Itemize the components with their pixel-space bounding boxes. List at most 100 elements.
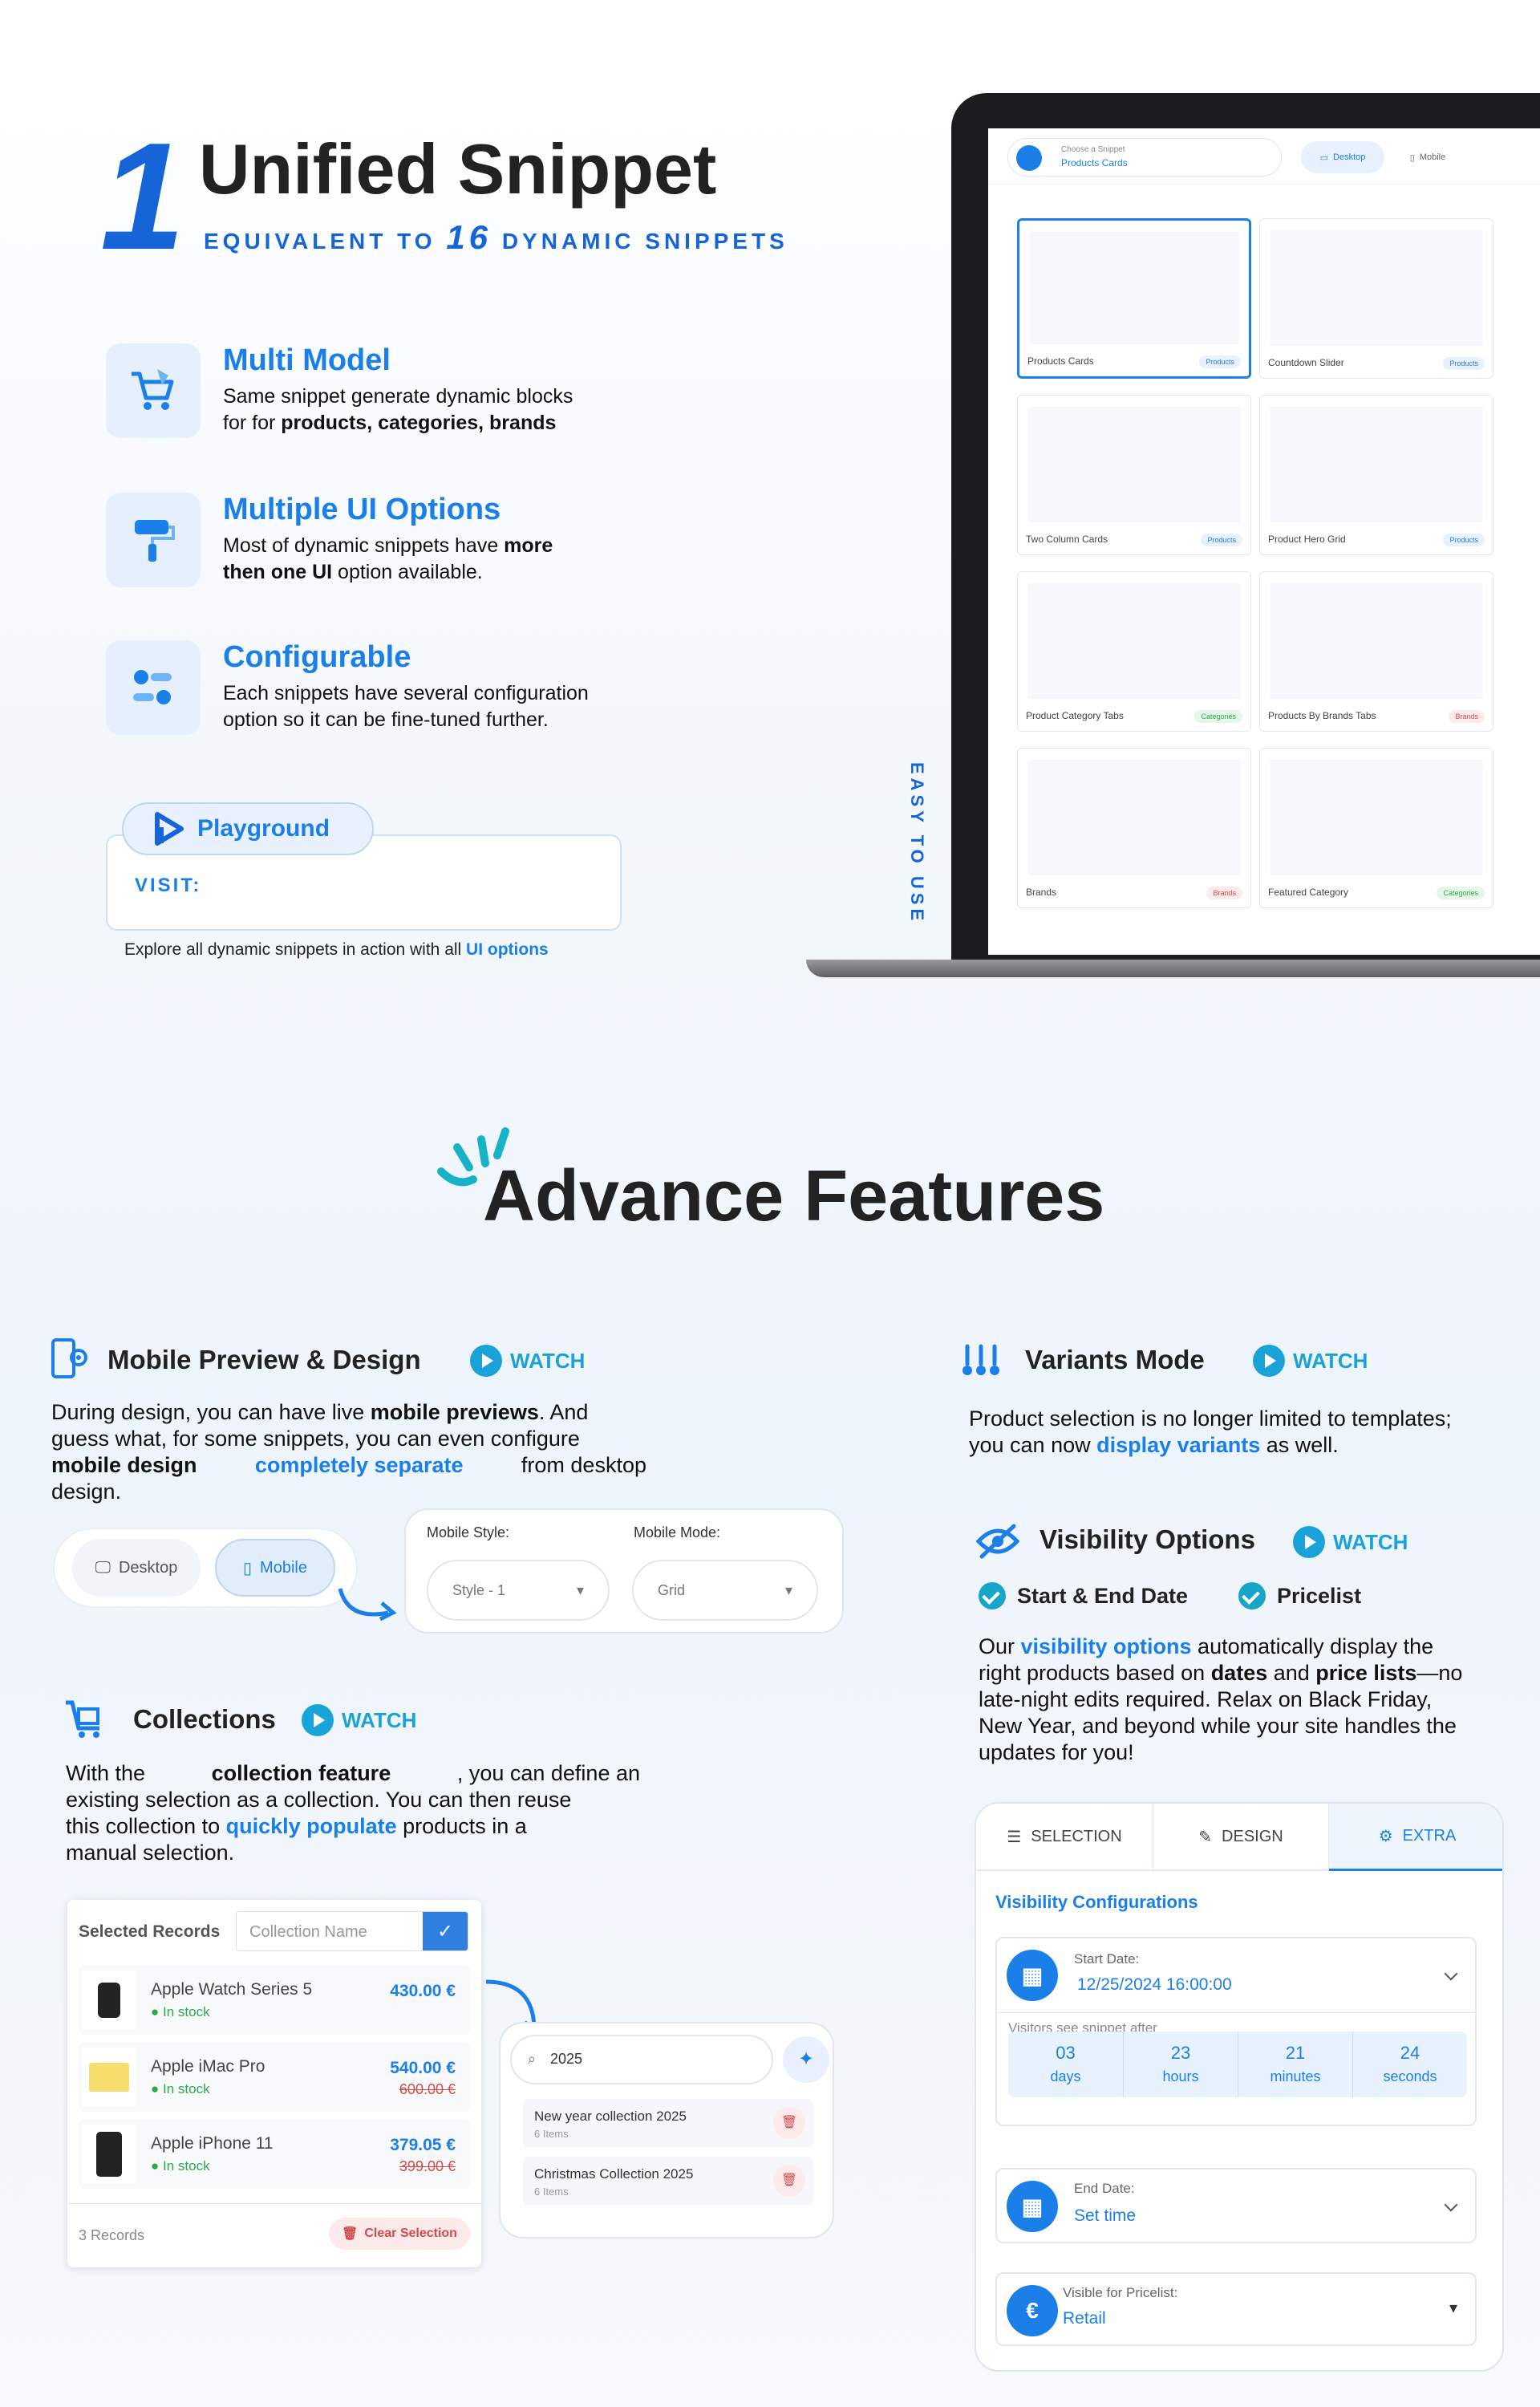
snippet-chooser[interactable]: Choose a Snippet Products Cards <box>1007 138 1282 177</box>
stock-text: In stock <box>163 2004 210 2019</box>
start-value: 12/25/2024 16:00:00 <box>1077 1975 1232 1994</box>
laptop-base <box>806 960 1540 977</box>
desc-bold: products, categories, brands <box>281 412 557 434</box>
snippet-card[interactable]: Two Column Cards Products <box>1017 395 1251 555</box>
delete-icon[interactable]: 🗑 <box>773 2165 805 2197</box>
count-value: 23 <box>1170 2043 1191 2063</box>
mobile-watch-button[interactable]: WATCH <box>470 1345 585 1377</box>
count-unit: minutes <box>1270 2068 1321 2084</box>
collection-search-panel: ⌕ 2025 ✦ New year collection 2025 6 Item… <box>499 2022 834 2239</box>
countdown-days: 03 days <box>1008 2032 1123 2097</box>
mobile-toggle[interactable]: ▯ Mobile <box>1392 141 1463 173</box>
card-name: Featured Category <box>1268 887 1349 898</box>
feature-desc: Each snippets have several configuration… <box>223 680 672 733</box>
visibility-watch-button[interactable]: WATCH <box>1293 1526 1408 1558</box>
end-value: Set time <box>1074 2206 1137 2225</box>
desktop-toggle[interactable]: ▭ Desktop <box>1301 141 1384 173</box>
item-name: Apple Watch Series 5 <box>151 1980 313 1999</box>
desktop-button[interactable]: 🖵 Desktop <box>72 1539 201 1597</box>
hero-number: 1 <box>100 112 185 282</box>
caret-down-icon: ▾ <box>1449 2299 1457 2317</box>
pen-icon: ✎ <box>1198 1828 1213 1846</box>
snippet-card[interactable]: Countdown Slider Products <box>1259 218 1493 379</box>
collections-watch-button[interactable]: WATCH <box>302 1704 416 1736</box>
end-date-box[interactable]: ▦ End Date: Set time <box>995 2168 1477 2243</box>
tab-design[interactable]: ✎ DESIGN <box>1153 1804 1329 1871</box>
pricelist-box[interactable]: € Visible for Pricelist: Retail ▾ <box>995 2272 1477 2346</box>
tab-label: DESIGN <box>1222 1827 1283 1845</box>
count-unit: seconds <box>1383 2068 1437 2084</box>
snippet-card[interactable]: Brands Brands <box>1017 748 1251 908</box>
feature-configurable: Configurable Each snippets have several … <box>106 640 651 737</box>
start-date-box[interactable]: ▦ Start Date: 12/25/2024 16:00:00 Visito… <box>995 1937 1477 2126</box>
magic-wand-button[interactable]: ✦ <box>783 2036 829 2083</box>
snippet-card[interactable]: Products Cards Products <box>1017 218 1251 379</box>
curved-arrow-icon <box>338 1588 397 1622</box>
variants-watch-button[interactable]: WATCH <box>1253 1345 1368 1377</box>
text: products in a <box>396 1814 527 1838</box>
watch-thumbnail <box>82 1971 136 2030</box>
snippet-card[interactable]: Products By Brands Tabs Brands <box>1259 571 1493 732</box>
paint-roller-icon <box>106 493 201 587</box>
list-item: Apple iMac Pro ● In stock 540.00 € 600.0… <box>79 2043 470 2112</box>
imac-thumbnail <box>82 2048 136 2107</box>
hero-title: Unified Snippet <box>199 129 717 209</box>
subtitle-number: 16 <box>446 218 492 256</box>
play-icon <box>1253 1345 1285 1377</box>
stock-status: ● In stock <box>151 2081 210 2096</box>
check-start-end-date: Start & End Date <box>979 1582 1188 1609</box>
desc-text: for for <box>223 412 282 434</box>
snippet-icon <box>1016 145 1042 171</box>
card-name: Product Hero Grid <box>1268 534 1346 545</box>
check-label: Pricelist <box>1277 1583 1362 1608</box>
chevron-down-icon <box>1444 1967 1458 1981</box>
ui-options-link[interactable]: UI options <box>466 940 549 959</box>
mobile-preview-title: Mobile Preview & Design <box>107 1345 421 1374</box>
playground-button[interactable]: Playground <box>122 802 374 855</box>
snippet-card[interactable]: Product Hero Grid Products <box>1259 395 1493 555</box>
clear-selection-button[interactable]: 🗑 Clear Selection <box>329 2218 470 2250</box>
collection-search-input[interactable]: ⌕ 2025 <box>510 2035 773 2084</box>
feature-title: Multi Model <box>223 343 391 377</box>
play-icon <box>1293 1526 1325 1558</box>
snippet-card[interactable]: Featured Category Categories <box>1259 748 1493 908</box>
check-label: Start & End Date <box>1017 1583 1189 1608</box>
tab-selection[interactable]: ☰ SELECTION <box>976 1804 1153 1871</box>
delete-icon[interactable]: 🗑 <box>773 2107 805 2139</box>
cart-icon <box>106 343 201 438</box>
item-old-price: 399.00 € <box>399 2158 456 2174</box>
text: from desktop <box>521 1453 646 1477</box>
start-label: Start Date: <box>1074 1951 1140 1967</box>
gear-icon: ⚙ <box>1378 1828 1393 1845</box>
snippet-card[interactable]: Product Category Tabs Categories <box>1017 571 1251 732</box>
text: you can now <box>969 1433 1097 1457</box>
desktop-label: Desktop <box>118 1558 178 1577</box>
watch-label: WATCH <box>1333 1529 1408 1554</box>
collection-result[interactable]: Christmas Collection 2025 6 Items 🗑 <box>523 2157 813 2205</box>
stock-text: In stock <box>163 2081 210 2096</box>
item-price: 379.05 € <box>390 2136 456 2154</box>
collection-result[interactable]: New year collection 2025 6 Items 🗑 <box>523 2099 813 2147</box>
item-price: 430.00 € <box>390 1982 456 2000</box>
feature-desc: Same snippet generate dynamic blocks for… <box>223 384 672 436</box>
desc-bold: then one UI <box>223 561 333 583</box>
result-count: 6 Items <box>534 2128 569 2140</box>
feature-desc: Most of dynamic snippets have more then … <box>223 533 672 586</box>
check-button[interactable]: ✓ <box>423 1912 468 1950</box>
variants-icon <box>962 1344 999 1375</box>
calendar-icon: ▦ <box>1007 1950 1058 2001</box>
mobile-mode-select[interactable]: Grid ▾ <box>632 1560 818 1621</box>
tab-extra[interactable]: ⚙ EXTRA <box>1329 1804 1502 1871</box>
bold-text: price lists <box>1315 1661 1417 1685</box>
mobile-style-select[interactable]: Style - 1 ▾ <box>427 1560 610 1621</box>
list-icon: ☰ <box>1007 1828 1022 1846</box>
collection-name-field[interactable]: Collection Name ✓ <box>236 1911 468 1951</box>
text: . And <box>538 1400 589 1424</box>
mobile-button[interactable]: ▯ Mobile <box>215 1539 335 1597</box>
card-badge: Brands <box>1449 710 1485 723</box>
config-title: Visibility Configurations <box>995 1892 1198 1912</box>
desc-line: Same snippet generate dynamic blocks <box>223 385 573 408</box>
count-value: 03 <box>1056 2043 1076 2063</box>
monitor-icon: ▭ <box>1319 152 1329 163</box>
mobile-gear-icon <box>50 1338 90 1380</box>
